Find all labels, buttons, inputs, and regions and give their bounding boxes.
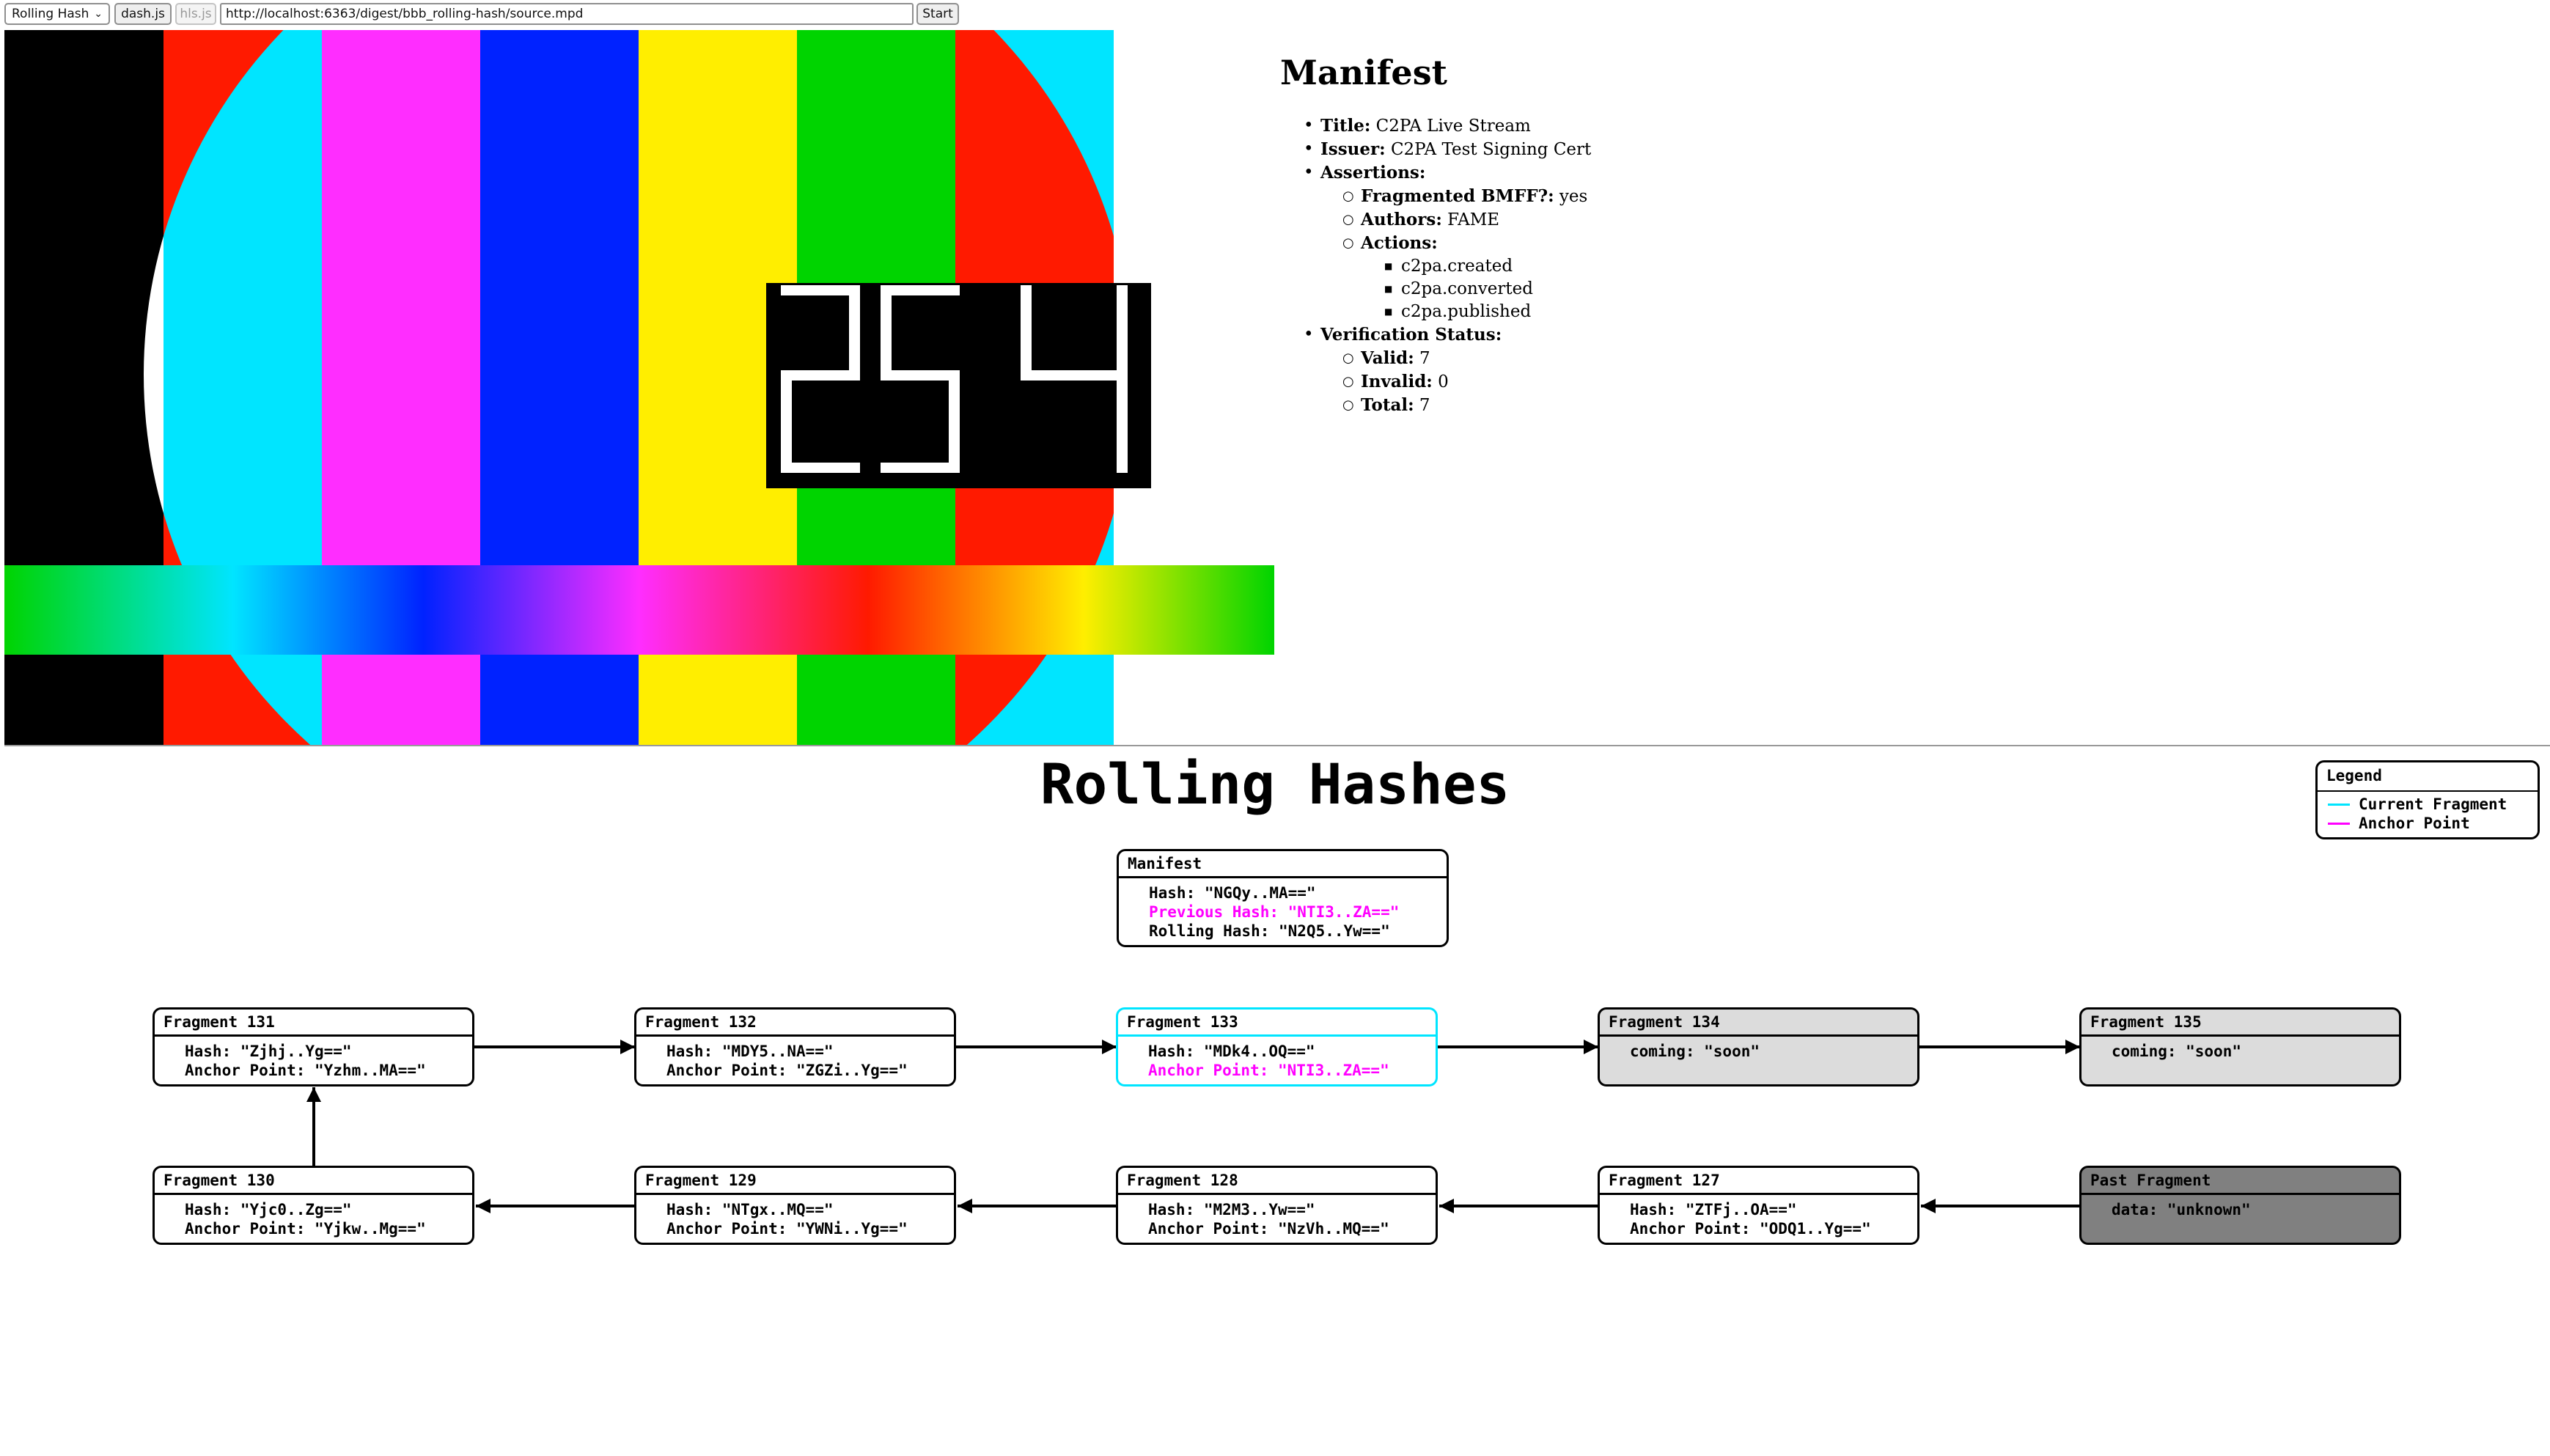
manifest-node[interactable]: Manifest Hash: "NGQy..MA==" Previous Has… [1117,849,1449,947]
fragment-anchor-point: Anchor Point: "Yjkw..Mg==" [185,1220,426,1238]
fragment-title: Fragment 135 [2081,1010,2399,1037]
fragment-status: coming: "soon" [2112,1043,2242,1060]
fragment-status: coming: "soon" [1630,1043,1760,1060]
manifest-node-previous-hash: Previous Hash: "NTI3..ZA==" [1149,903,1400,921]
fragment-title: Fragment 129 [636,1168,954,1195]
fragment-node-131[interactable]: Fragment 131 Hash: "Zjhj..Yg==" Anchor P… [153,1007,474,1087]
fragment-hash: Hash: "MDY5..NA==" [666,1043,834,1060]
manifest-node-rolling-hash: Rolling Hash: "N2Q5..Yw==" [1149,922,1390,940]
fragment-node-134[interactable]: Fragment 134 coming: "soon" [1598,1007,1919,1087]
fragment-title: Fragment 132 [636,1010,954,1037]
fragment-node-130[interactable]: Fragment 130 Hash: "Yjc0..Zg==" Anchor P… [153,1166,474,1245]
fragment-title: Fragment 130 [155,1168,472,1195]
fragment-node-132[interactable]: Fragment 132 Hash: "MDY5..NA==" Anchor P… [634,1007,956,1087]
fragment-title: Fragment 131 [155,1010,472,1037]
fragment-anchor-point: Anchor Point: "YWNi..Yg==" [666,1220,908,1238]
fragment-title: Past Fragment [2081,1168,2399,1195]
fragment-title: Fragment 133 [1118,1010,1436,1037]
fragment-node-135[interactable]: Fragment 135 coming: "soon" [2079,1007,2401,1087]
fragment-hash: Hash: "Yjc0..Zg==" [185,1201,352,1218]
fragment-title: Fragment 127 [1600,1168,1917,1195]
fragment-hash: Hash: "M2M3..Yw==" [1148,1201,1315,1218]
fragment-node-128[interactable]: Fragment 128 Hash: "M2M3..Yw==" Anchor P… [1116,1166,1438,1245]
fragment-anchor-point: Anchor Point: "NTI3..ZA==" [1148,1062,1389,1079]
fragment-hash: Hash: "MDk4..OQ==" [1148,1043,1315,1060]
fragment-anchor-point: Anchor Point: "ZGZi..Yg==" [666,1062,908,1079]
fragment-hash: Hash: "ZTFj..OA==" [1630,1201,1797,1218]
fragment-anchor-point: Anchor Point: "NzVh..MQ==" [1148,1220,1389,1238]
fragment-node-past[interactable]: Past Fragment data: "unknown" [2079,1166,2401,1245]
fragment-title: Fragment 134 [1600,1010,1917,1037]
fragment-hash: Hash: "NTgx..MQ==" [666,1201,834,1218]
fragment-status: data: "unknown" [2112,1201,2251,1218]
fragment-node-133-current[interactable]: Fragment 133 Hash: "MDk4..OQ==" Anchor P… [1116,1007,1438,1087]
manifest-node-hash: Hash: "NGQy..MA==" [1149,884,1316,902]
manifest-node-title: Manifest [1119,851,1447,878]
fragment-node-127[interactable]: Fragment 127 Hash: "ZTFj..OA==" Anchor P… [1598,1166,1919,1245]
fragment-anchor-point: Anchor Point: "ODQ1..Yg==" [1630,1220,1871,1238]
fragment-title: Fragment 128 [1118,1168,1436,1195]
fragment-anchor-point: Anchor Point: "Yzhm..MA==" [185,1062,426,1079]
fragment-node-129[interactable]: Fragment 129 Hash: "NTgx..MQ==" Anchor P… [634,1166,956,1245]
fragment-hash: Hash: "Zjhj..Yg==" [185,1043,352,1060]
